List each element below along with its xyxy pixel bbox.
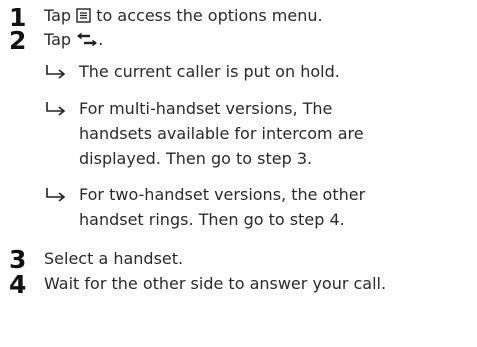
intercom-icon <box>77 32 98 47</box>
result-item: For two-handset versions, the other hand… <box>44 182 474 232</box>
result-item: The current caller is put on hold. <box>44 59 474 84</box>
step-text: Tap to access the options menu. <box>44 6 323 26</box>
step-text: Wait for the other side to answer your c… <box>44 274 387 293</box>
step-number: 2 <box>9 26 27 55</box>
result-text-line: The current caller is put on hold. <box>79 62 340 81</box>
result-text-line: displayed. Then go to step 3. <box>79 149 313 168</box>
result-text-line: For multi-handset versions, The <box>79 99 333 118</box>
step-text: Tap . <box>44 30 103 50</box>
result-arrow-icon <box>46 188 66 202</box>
result-text-line: For two-handset versions, the other <box>79 185 366 204</box>
step-number: 4 <box>9 270 27 299</box>
result-text-line: handset rings. Then go to step 4. <box>79 210 345 229</box>
step-text-after: to access the options menu. <box>96 6 323 25</box>
step-text-before: Tap <box>44 30 72 49</box>
step-number: 3 <box>9 245 27 274</box>
result-arrow-icon <box>46 65 66 79</box>
result-item: For multi-handset versions, The handsets… <box>44 96 474 171</box>
result-arrow-icon <box>46 102 66 116</box>
step-text-before: Tap <box>44 6 72 25</box>
result-text-line: handsets available for intercom are <box>79 124 364 143</box>
step-text: Select a handset. <box>44 249 184 268</box>
menu-icon <box>76 8 91 23</box>
step-text-after: . <box>98 30 104 49</box>
